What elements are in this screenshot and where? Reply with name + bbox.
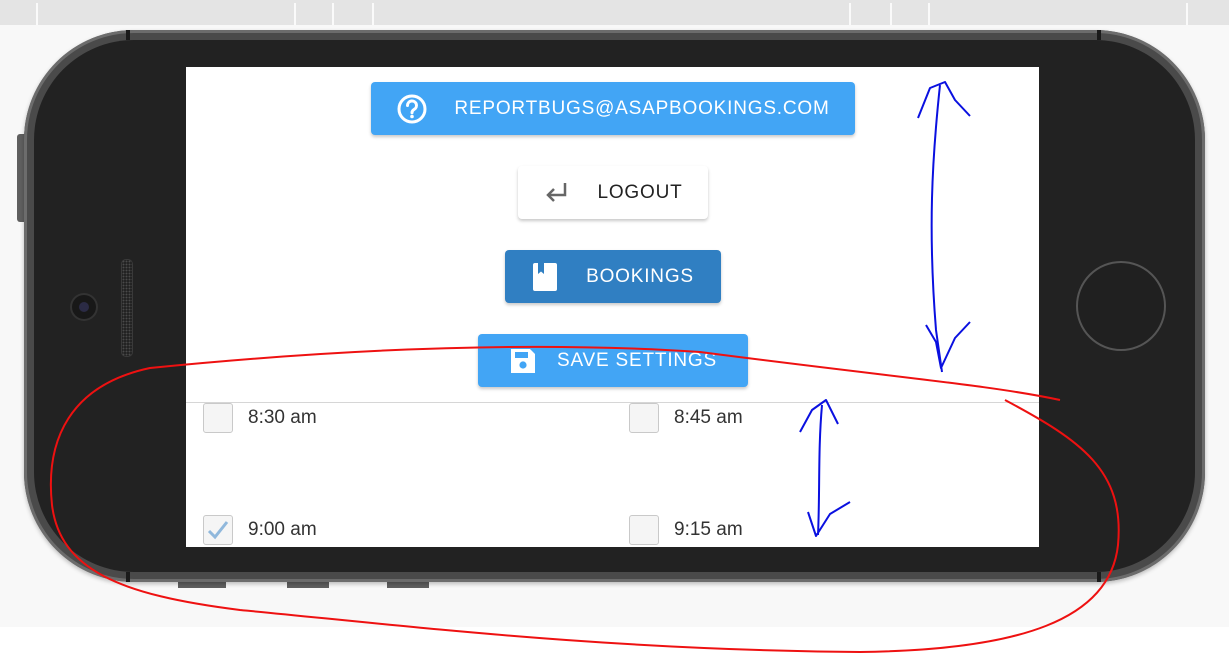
app-screen: REPORTBUGS@ASAPBOOKINGS.COM LOGOUT BOOKI… [186,67,1039,547]
strip-divider [372,3,374,25]
save-settings-button[interactable]: SAVE SETTINGS [478,334,748,387]
checkbox-checked[interactable] [203,515,233,545]
time-slot-label: 9:15 am [674,519,743,540]
antenna-band [1097,30,1101,40]
time-slot-915[interactable]: 9:15 am [629,515,743,545]
home-button[interactable] [1076,261,1166,351]
strip-divider [294,3,296,25]
save-settings-label: SAVE SETTINGS [557,349,717,371]
strip-divider [332,3,334,25]
return-arrow-icon [543,180,571,206]
strip-divider [1186,3,1188,25]
time-slot-845[interactable]: 8:45 am [629,403,743,433]
report-bugs-email-button[interactable]: REPORTBUGS@ASAPBOOKINGS.COM [371,82,855,135]
checkbox[interactable] [203,403,233,433]
logout-button[interactable]: LOGOUT [518,166,708,219]
antenna-band [126,30,130,40]
strip-divider [849,3,851,25]
time-slot-900[interactable]: 9:00 am [203,515,317,545]
time-slot-label: 8:45 am [674,407,743,428]
time-slot-label: 9:00 am [248,519,317,540]
speaker-grille [121,259,133,357]
bookings-label: BOOKINGS [586,265,694,287]
top-toolbar-strip [0,0,1229,25]
help-circle-icon [396,93,428,125]
checkbox[interactable] [629,403,659,433]
strip-divider [890,3,892,25]
bookings-button[interactable]: BOOKINGS [505,250,721,303]
antenna-band [1097,572,1101,582]
logout-label: LOGOUT [597,181,683,203]
save-disk-icon [509,347,537,375]
report-bugs-email-label: REPORTBUGS@ASAPBOOKINGS.COM [454,97,830,119]
time-slot-830[interactable]: 8:30 am [203,403,317,433]
front-camera-icon [72,295,96,319]
strip-divider [36,3,38,25]
strip-divider [928,3,930,25]
checkmark-icon [207,521,229,540]
checkbox[interactable] [629,515,659,545]
time-slot-label: 8:30 am [248,407,317,428]
book-icon [532,262,558,292]
antenna-band [126,572,130,582]
